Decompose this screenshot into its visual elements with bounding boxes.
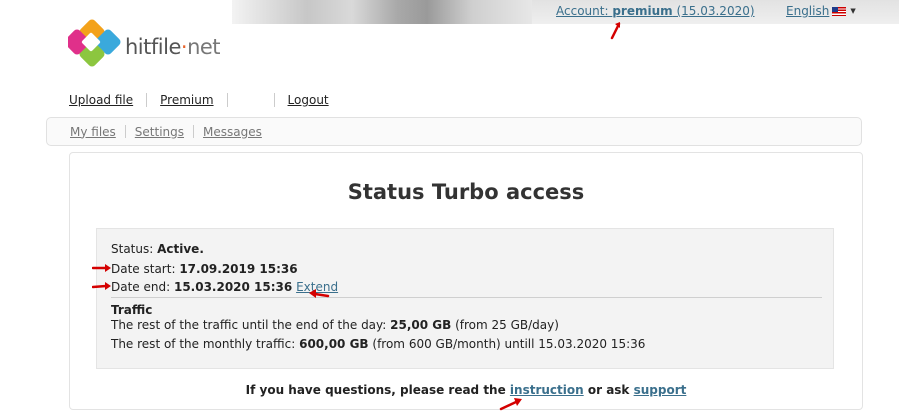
- monthly-traffic-row: The rest of the monthly traffic: 600,00 …: [111, 337, 645, 351]
- caret-down-icon: ▼: [850, 7, 856, 15]
- nav-divider: [273, 93, 275, 107]
- annotation-arrow-icon: [309, 289, 330, 298]
- status-row: Status: Active.: [111, 242, 204, 256]
- account-expiry: (15.03.2020): [676, 4, 755, 18]
- subnav-divider: [124, 125, 126, 138]
- blurred-banner: [232, 0, 532, 24]
- nav-premium[interactable]: Premium: [160, 93, 213, 107]
- logo-wordmark[interactable]: hitfile·net: [125, 35, 221, 59]
- nav-logout[interactable]: Logout: [288, 93, 329, 107]
- language-selector[interactable]: English ▼: [786, 4, 856, 18]
- status-value: Active.: [157, 242, 204, 256]
- main-nav: Upload file Premium Logout: [69, 93, 329, 107]
- help-footer: If you have questions, please read the i…: [0, 383, 899, 397]
- help-text-before: If you have questions, please read the: [245, 383, 510, 397]
- annotation-arrow-icon: [499, 398, 522, 411]
- traffic-heading-text: Traffic: [111, 303, 153, 317]
- divider-line: [111, 297, 822, 298]
- nav-divider: [226, 93, 228, 107]
- sub-nav: My files Settings Messages: [46, 117, 862, 146]
- daily-traffic-note: (from 25 GB/day): [451, 318, 559, 332]
- annotation-arrow-icon: [610, 22, 621, 40]
- page-title: Status Turbo access: [347, 180, 585, 204]
- monthly-traffic-label: The rest of the monthly traffic:: [111, 337, 300, 351]
- subnav-my-files[interactable]: My files: [70, 125, 116, 139]
- date-start-row: Date start: 17.09.2019 15:36: [111, 262, 298, 276]
- support-link[interactable]: support: [634, 383, 687, 397]
- subnav-messages[interactable]: Messages: [203, 125, 262, 139]
- nav-divider: [146, 93, 148, 107]
- language-label: English: [786, 4, 830, 18]
- monthly-traffic-note: (from 600 GB/month) untill 15.03.2020 15…: [368, 337, 646, 351]
- date-start-label: Date start:: [111, 262, 180, 276]
- subnav-settings[interactable]: Settings: [135, 125, 184, 139]
- account-prefix: Account:: [556, 4, 613, 18]
- nav-upload-file[interactable]: Upload file: [69, 93, 133, 107]
- help-text-middle: or ask: [583, 383, 634, 397]
- status-label: Status:: [111, 242, 158, 256]
- daily-traffic-label: The rest of the traffic until the end of…: [111, 318, 391, 332]
- subnav-divider: [193, 125, 195, 138]
- date-start-value: 17.09.2019 15:36: [179, 262, 298, 276]
- account-plan: premium: [612, 4, 673, 18]
- daily-traffic-value: 25,00 GB: [390, 318, 452, 332]
- instruction-link[interactable]: instruction: [510, 383, 584, 397]
- daily-traffic-row: The rest of the traffic until the end of…: [111, 318, 559, 332]
- annotation-arrow-icon: [92, 264, 111, 272]
- us-flag-icon: [832, 6, 847, 16]
- logo-tld: net: [187, 35, 221, 59]
- date-end-label: Date end:: [111, 280, 174, 294]
- monthly-traffic-value: 600,00 GB: [299, 337, 369, 351]
- date-end-value: 15.03.2020 15:36: [173, 280, 293, 294]
- date-end-row: Date end: 15.03.2020 15:36 Extend: [111, 280, 338, 294]
- account-status-link[interactable]: Account: premium (15.03.2020): [556, 4, 755, 18]
- logo-main-text: hitfile: [125, 35, 181, 59]
- annotation-arrow-icon: [92, 282, 111, 290]
- traffic-heading: Traffic: [111, 303, 152, 317]
